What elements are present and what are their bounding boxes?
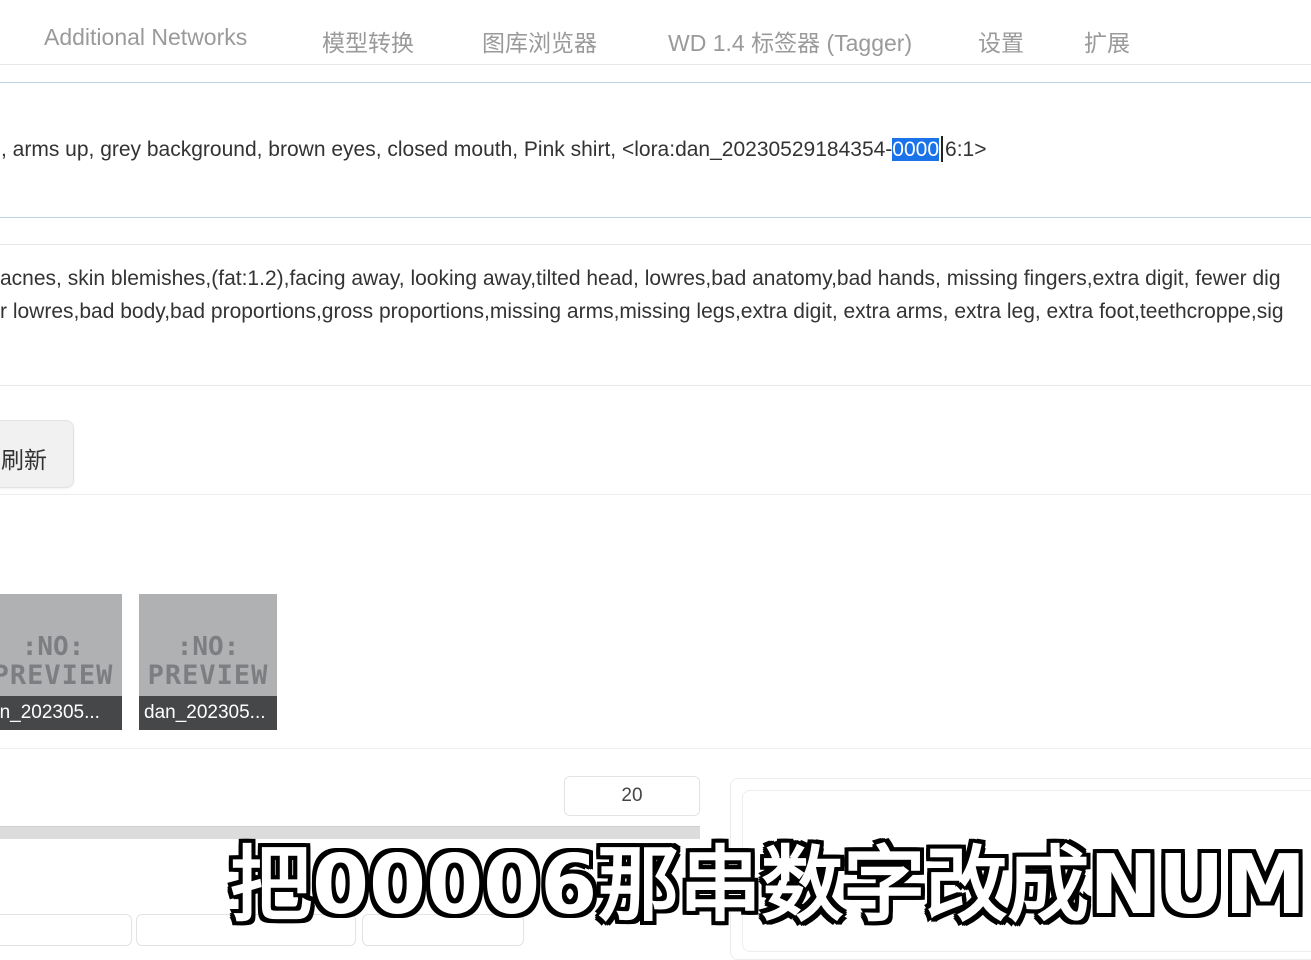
tab-model-convert[interactable]: 模型转换 xyxy=(322,24,414,58)
lora-card-caption: an_202305... xyxy=(0,696,122,730)
divider xyxy=(0,748,1311,749)
text-cursor xyxy=(941,136,944,162)
tab-gallery-browser[interactable]: 图库浏览器 xyxy=(482,24,597,58)
no-preview-placeholder-line-1: :NO: xyxy=(176,632,240,662)
tab-extensions[interactable]: 扩展 xyxy=(1084,24,1130,58)
prompt-text-after: 6:1> xyxy=(945,138,987,161)
no-preview-placeholder-line-1: :NO: xyxy=(21,632,85,662)
refresh-button[interactable]: 刷新 xyxy=(0,420,74,488)
lora-card[interactable]: :NO: PREVIEW dan_202305... xyxy=(139,594,277,730)
tab-settings[interactable]: 设置 xyxy=(978,24,1024,58)
no-preview-placeholder-line-2: PREVIEW xyxy=(147,660,269,691)
prompt-textarea[interactable]: , arms up, grey background, brown eyes, … xyxy=(0,82,1311,218)
lora-card[interactable]: :NO: PREVIEW an_202305... xyxy=(0,594,122,730)
refresh-button-label: 刷新 xyxy=(1,447,47,473)
tab-wd-tagger[interactable]: WD 1.4 标签器 (Tagger) xyxy=(668,24,912,58)
prompt-text-before: , arms up, grey background, brown eyes, … xyxy=(1,138,893,161)
video-subtitle: 把00006那串数字改成NUM xyxy=(230,838,1307,933)
lora-card-caption: dan_202305... xyxy=(139,696,277,730)
prompt-text: , arms up, grey background, brown eyes, … xyxy=(1,136,986,162)
prompt-selected-text: 0000 xyxy=(892,138,940,161)
no-preview-placeholder-line-2: PREVIEW xyxy=(0,660,114,691)
negative-prompt-textarea[interactable]: acnes, skin blemishes,(fat:1.2),facing a… xyxy=(0,244,1311,386)
negative-prompt-line-1: acnes, skin blemishes,(fat:1.2),facing a… xyxy=(0,267,1281,290)
tab-additional-networks[interactable]: Additional Networks xyxy=(44,24,247,51)
top-tab-bar: Additional Networks 模型转换 图库浏览器 WD 1.4 标签… xyxy=(0,0,1311,65)
negative-prompt-line-2: r lowres,bad body,bad proportions,gross … xyxy=(0,300,1284,323)
divider xyxy=(0,494,1311,495)
number-input[interactable]: 20 xyxy=(564,776,700,816)
